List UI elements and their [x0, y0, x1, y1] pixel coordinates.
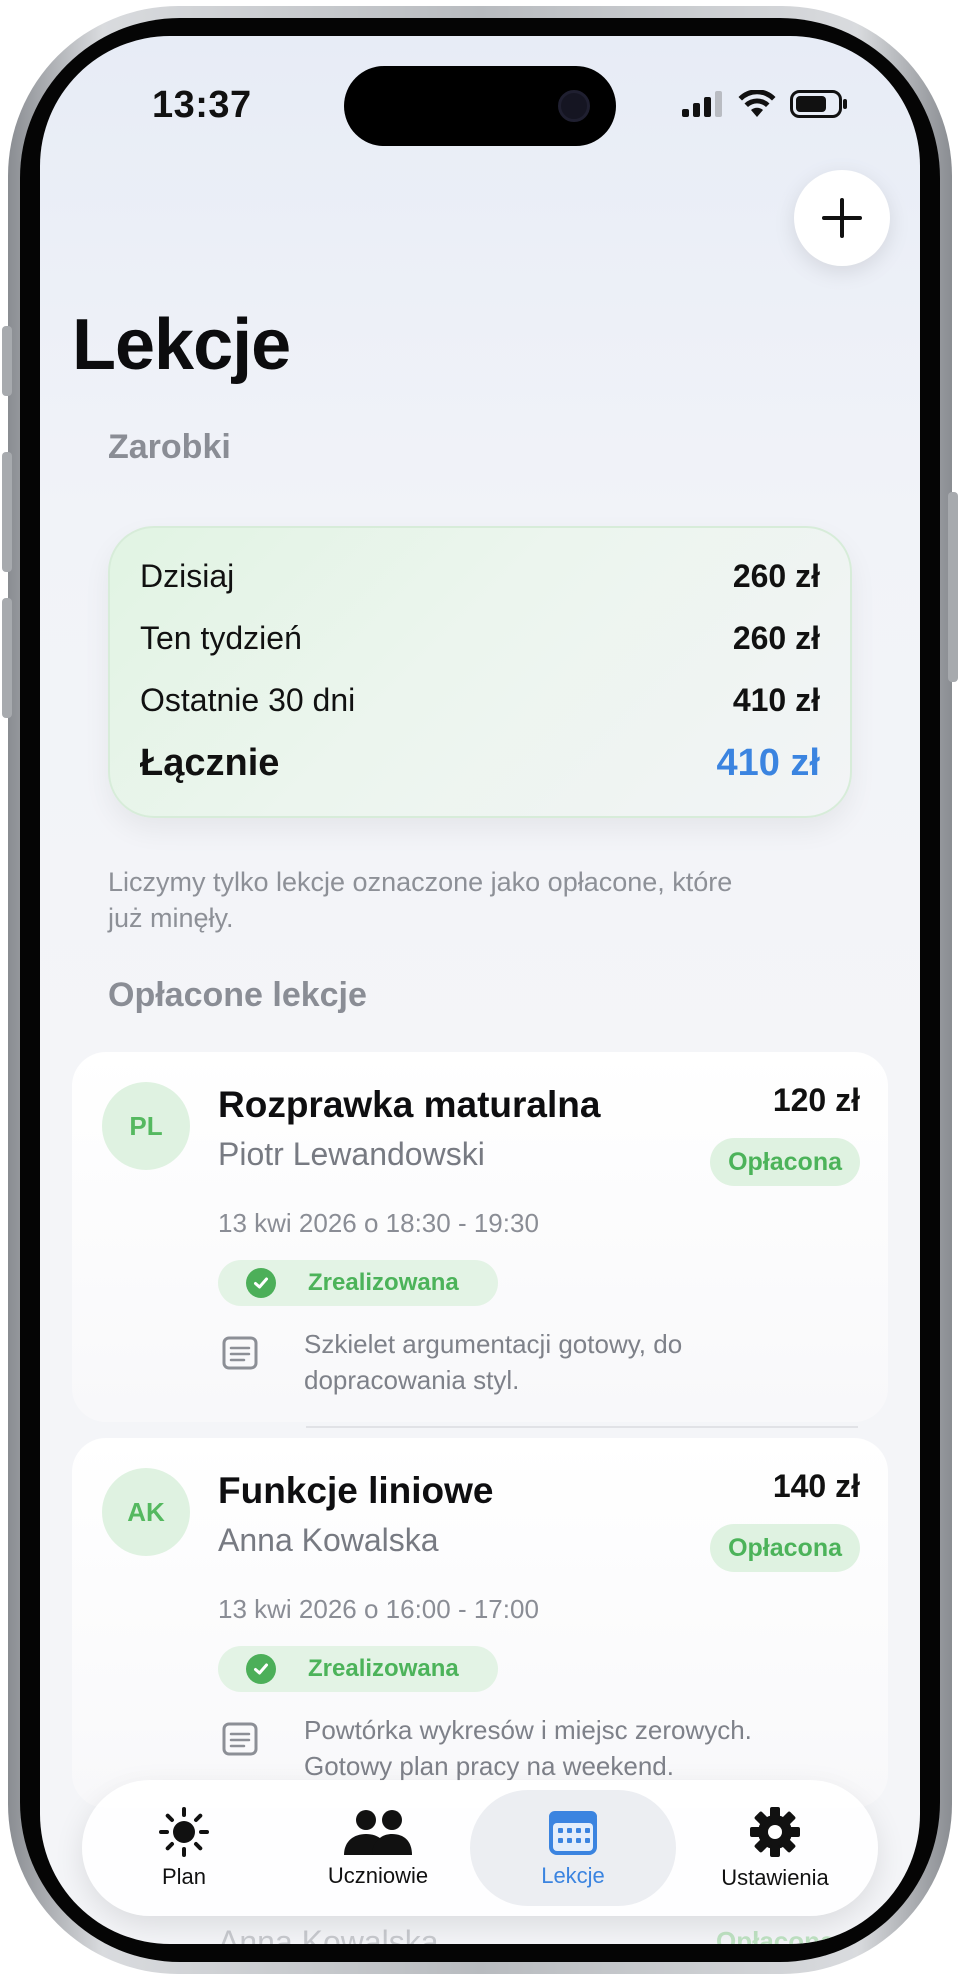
earnings-row-total: Łącznie 410 zł [140, 742, 820, 785]
earnings-section-label: Zarobki [108, 428, 231, 466]
tab-label: Uczniowie [327, 1863, 429, 1888]
paid-lessons-section-label: Opłacone lekcje [108, 976, 367, 1014]
payment-badge: Opłacona [710, 1138, 860, 1186]
dynamic-island [344, 66, 616, 146]
lesson-note-line: Szkielet argumentacji gotowy, do [304, 1329, 683, 1359]
earnings-total-value: 410 zł [716, 742, 820, 784]
battery-icon [790, 90, 847, 118]
tab-bar: Plan Uczniowie Lekcje Ustawienia [82, 1780, 878, 1916]
status-text: Zrealizowana [308, 1269, 459, 1296]
lesson-title: Funkcje liniowe [218, 1470, 494, 1511]
camera-icon [558, 90, 590, 122]
lesson-price: 120 zł [772, 1082, 860, 1118]
tab-settings[interactable]: Ustawienia [680, 1780, 870, 1916]
earnings-value: 260 zł [732, 558, 820, 594]
earnings-value: 410 zł [732, 682, 820, 718]
lesson-note-line: dopracowania styl. [304, 1365, 520, 1395]
people-icon [344, 1810, 412, 1855]
avatar: AK [102, 1468, 190, 1556]
earnings-row-today: Dzisiaj 260 zł [140, 558, 820, 595]
earnings-total-label: Łącznie [140, 742, 280, 784]
payment-badge: Opłacona [710, 1524, 860, 1572]
divider [306, 1426, 858, 1428]
volume-down-button [2, 598, 12, 718]
earnings-note-line: Liczymy tylko lekcje oznaczone jako opła… [108, 867, 733, 897]
lesson-date: 13 kwi 2026 o 18:30 - 19:30 [218, 1208, 539, 1238]
earnings-note-line: już minęły. [108, 903, 234, 933]
wifi-icon [738, 90, 776, 117]
plus-icon [822, 198, 862, 238]
gear-icon [750, 1807, 800, 1857]
lesson-student: Piotr Lewandowski [218, 1136, 485, 1172]
checkmark-icon [246, 1654, 276, 1684]
screen: 13:37 Lekcje Zarobki Dzisiaj 260 zł Ten … [40, 36, 920, 1944]
lesson-note-line: Powtórka wykresów i miejsc zerowych. [304, 1715, 752, 1745]
add-lesson-button[interactable] [794, 170, 890, 266]
status-badge: Zrealizowana [218, 1646, 498, 1692]
action-button [2, 326, 12, 396]
lesson-student: Anna Kowalska [218, 1522, 439, 1558]
status-icons [682, 90, 848, 118]
signal-icon [682, 91, 722, 117]
lesson-note-line: Gotowy plan pracy na weekend. [304, 1751, 674, 1781]
avatar: PL [102, 1082, 190, 1170]
note-icon [222, 1336, 258, 1370]
earnings-label: Ostatnie 30 dni [140, 682, 356, 718]
lesson-note: Powtórka wykresów i miejsc zerowych. Got… [304, 1712, 824, 1784]
tab-lessons[interactable]: Lekcje [470, 1790, 676, 1906]
earnings-label: Ten tydzień [140, 620, 302, 656]
status-badge: Zrealizowana [218, 1260, 498, 1306]
earnings-row-30-days: Ostatnie 30 dni 410 zł [140, 682, 820, 719]
payment-badge: Opłacona [716, 1926, 835, 1944]
note-icon [222, 1722, 258, 1756]
tab-students[interactable]: Uczniowie [278, 1780, 478, 1916]
earnings-value: 260 zł [732, 620, 820, 656]
tab-label: Ustawienia [721, 1865, 829, 1890]
lesson-card[interactable]: PL Rozprawka maturalna Piotr Lewandowski… [72, 1052, 888, 1422]
tab-plan[interactable]: Plan [94, 1780, 274, 1916]
earnings-note: Liczymy tylko lekcje oznaczone jako opła… [108, 864, 848, 936]
earnings-row-week: Ten tydzień 260 zł [140, 620, 820, 657]
tab-label: Lekcje [541, 1863, 605, 1888]
lesson-note: Szkielet argumentacji gotowy, do dopraco… [304, 1326, 824, 1398]
status-time: 13:37 [152, 84, 252, 126]
page-title: Lekcje [72, 305, 291, 385]
power-button [948, 492, 958, 682]
lesson-title: Rozprawka maturalna [218, 1084, 601, 1125]
calendar-icon [549, 1811, 597, 1855]
checkmark-icon [246, 1268, 276, 1298]
earnings-card: Dzisiaj 260 zł Ten tydzień 260 zł Ostatn… [108, 526, 852, 818]
earnings-label: Dzisiaj [140, 558, 235, 594]
lesson-price: 140 zł [772, 1468, 860, 1504]
tab-label: Plan [161, 1864, 207, 1889]
lesson-student: Anna Kowalska [218, 1924, 439, 1944]
lesson-card[interactable]: AK Funkcje liniowe Anna Kowalska 140 zł … [72, 1438, 888, 1808]
status-text: Zrealizowana [308, 1655, 459, 1682]
sun-icon [159, 1807, 209, 1857]
volume-up-button [2, 452, 12, 572]
lesson-date: 13 kwi 2026 o 16:00 - 17:00 [218, 1594, 539, 1624]
